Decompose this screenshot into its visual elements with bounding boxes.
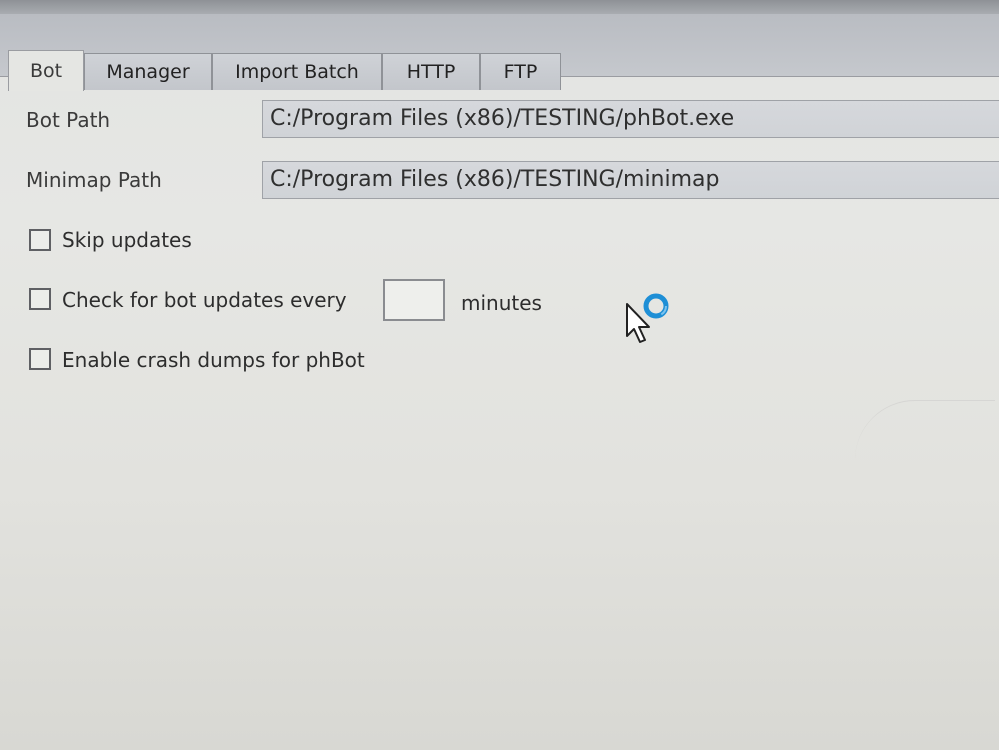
bot-path-label: Bot Path <box>26 108 111 132</box>
tab-http[interactable]: HTTP <box>382 53 480 90</box>
busy-pointer-icon <box>626 293 669 343</box>
tab-bot[interactable]: Bot <box>8 50 84 91</box>
crash-dumps-checkbox[interactable] <box>29 348 51 370</box>
minimap-path-label: Minimap Path <box>26 168 162 192</box>
crash-dumps-label: Enable crash dumps for phBot <box>62 348 365 372</box>
tab-manager[interactable]: Manager <box>84 53 212 90</box>
check-updates-label: Check for bot updates every <box>62 288 347 312</box>
bot-path-field[interactable]: C:/Program Files (x86)/TESTING/phBot.exe <box>262 100 999 138</box>
settings-window: Bot Manager Import Batch HTTP FTP Bot Pa… <box>0 0 999 750</box>
tab-ftp[interactable]: FTP <box>480 53 561 90</box>
tab-import-batch[interactable]: Import Batch <box>212 53 382 90</box>
window-top-edge <box>0 0 999 14</box>
minutes-label: minutes <box>461 291 542 315</box>
skip-updates-label: Skip updates <box>62 228 192 252</box>
screen-glare <box>855 400 995 471</box>
minimap-path-field[interactable]: C:/Program Files (x86)/TESTING/minimap <box>262 161 999 199</box>
update-interval-input[interactable] <box>383 279 445 321</box>
check-updates-checkbox[interactable] <box>29 288 51 310</box>
skip-updates-checkbox[interactable] <box>29 229 51 251</box>
tab-strip: Bot Manager Import Batch HTTP FTP <box>0 14 999 91</box>
